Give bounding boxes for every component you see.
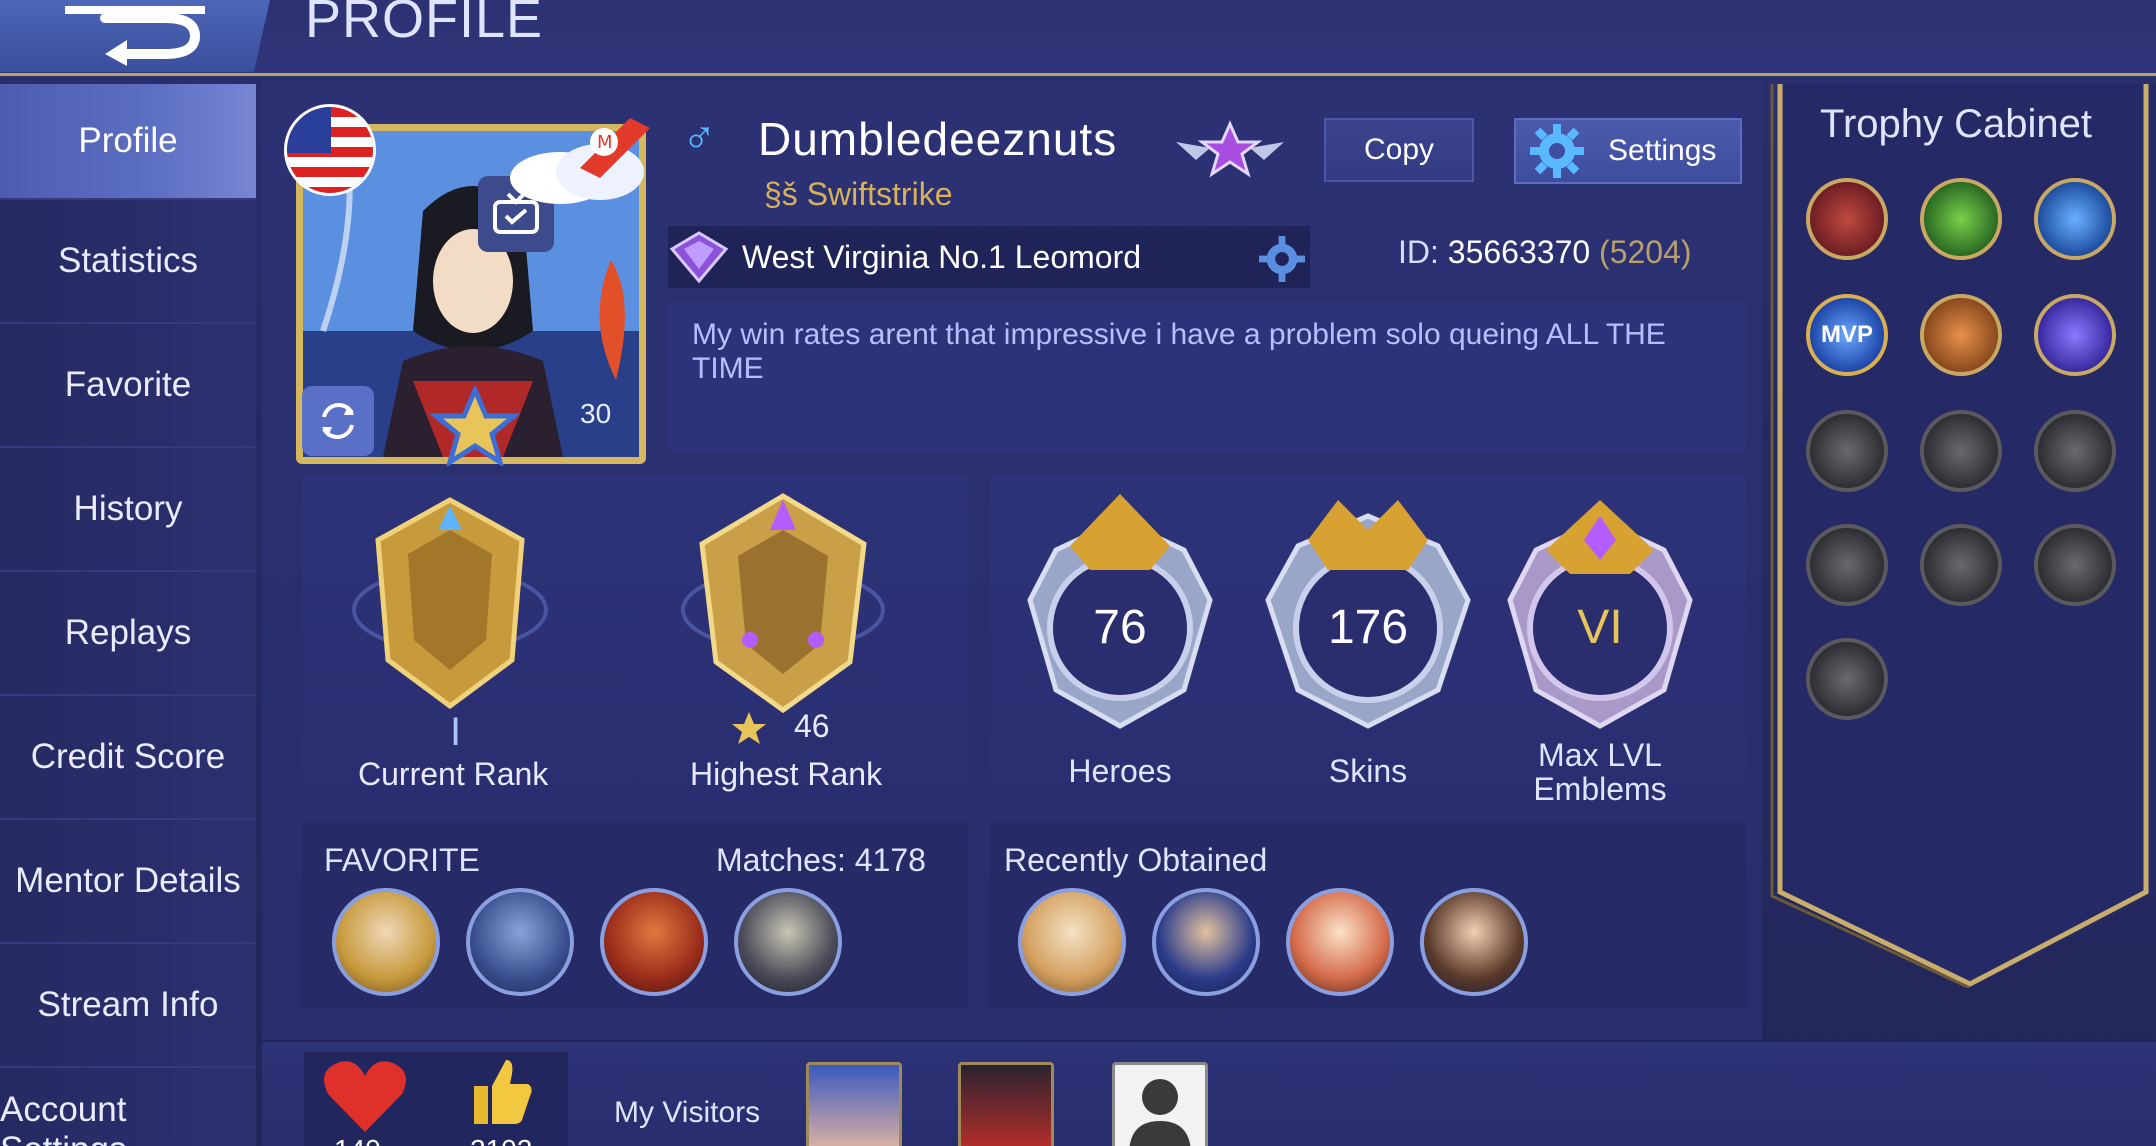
diamond-icon bbox=[669, 231, 729, 284]
svg-text:M: M bbox=[597, 132, 613, 153]
level-star-icon bbox=[430, 386, 520, 466]
emblems-label: Max LVL Emblems bbox=[1500, 738, 1700, 806]
heart-icon[interactable] bbox=[322, 1058, 408, 1134]
default-user-icon bbox=[1129, 1079, 1191, 1146]
top-bar: PROFILE bbox=[0, 0, 2156, 76]
recent-skin-4[interactable] bbox=[1420, 888, 1528, 996]
settings-button-label: Settings bbox=[1608, 134, 1717, 167]
achievement-locked-icon-1[interactable] bbox=[1806, 410, 1888, 492]
achievement-wings-icon[interactable] bbox=[1806, 178, 1888, 260]
achievement-sword-icon[interactable] bbox=[1920, 294, 2002, 376]
sidebar-item-stream-info[interactable]: Stream Info bbox=[0, 944, 256, 1068]
player-title-bar: West Virginia No.1 Leomord bbox=[668, 226, 1310, 288]
achievement-locked-eye-icon[interactable] bbox=[1920, 410, 2002, 492]
emblems-label-line2: Emblems bbox=[1533, 771, 1667, 807]
emblems-label-line1: Max LVL bbox=[1538, 737, 1662, 773]
matches-value: 4178 bbox=[854, 842, 926, 878]
male-gender-icon: ♂ bbox=[682, 111, 717, 163]
sidebar-item-replays[interactable]: Replays bbox=[0, 572, 256, 696]
sidebar-item-account-settings[interactable]: Account Settings bbox=[0, 1068, 256, 1146]
edit-title-gear-icon[interactable] bbox=[1258, 236, 1306, 282]
matches-label: Matches: bbox=[716, 842, 846, 878]
sidebar: Profile Statistics Favorite History Repl… bbox=[0, 84, 256, 1146]
favorite-panel[interactable]: FAVORITE Matches: 4178 bbox=[302, 822, 968, 1008]
highest-rank-emblem-icon[interactable] bbox=[678, 490, 888, 716]
back-button[interactable] bbox=[0, 0, 270, 72]
page-title: PROFILE bbox=[305, 0, 544, 49]
star-icon bbox=[732, 712, 766, 744]
squad-label: Swiftstrike bbox=[806, 176, 953, 212]
sidebar-item-favorite[interactable]: Favorite bbox=[0, 324, 256, 448]
squad-tag: §š bbox=[764, 176, 798, 212]
achievement-locked-trophy-icon[interactable] bbox=[1920, 524, 2002, 606]
collection-stats-panel: 76 Heroes 176 Skins VI Max LVL Emblems bbox=[990, 476, 1746, 822]
visitor-avatar-1[interactable] bbox=[806, 1062, 902, 1146]
favorite-label: FAVORITE bbox=[324, 842, 480, 878]
skins-label: Skins bbox=[1328, 753, 1408, 789]
favorite-hero-2[interactable] bbox=[466, 888, 574, 996]
sidebar-item-history[interactable]: History bbox=[0, 448, 256, 572]
skins-count: 176 bbox=[1327, 601, 1409, 654]
sidebar-item-profile[interactable]: Profile bbox=[0, 84, 256, 200]
recent-skin-3[interactable] bbox=[1286, 888, 1394, 996]
player-server: (5204) bbox=[1599, 234, 1692, 270]
username: Dumbledeeznuts bbox=[758, 113, 1118, 165]
current-rank-tier: I bbox=[450, 710, 462, 754]
favorite-hero-4[interactable] bbox=[734, 888, 842, 996]
copy-button[interactable]: Copy bbox=[1324, 118, 1474, 182]
sidebar-item-credit-score[interactable]: Credit Score bbox=[0, 696, 256, 820]
achievement-friends-icon[interactable] bbox=[1920, 178, 2002, 260]
visitor-avatar-3[interactable] bbox=[1112, 1062, 1208, 1146]
achievement-locked-banner-icon[interactable] bbox=[2034, 524, 2116, 606]
emblems-max-level: VI bbox=[1577, 601, 1623, 654]
player-level: 30 bbox=[580, 398, 612, 429]
likes-count: 140 bbox=[334, 1134, 381, 1146]
player-id-value: 35663370 bbox=[1447, 234, 1591, 270]
my-visitors-label: My Visitors bbox=[614, 1096, 761, 1129]
recently-obtained-label: Recently Obtained bbox=[1004, 842, 1268, 878]
achievement-locked-gem-icon[interactable] bbox=[1806, 524, 1888, 606]
cloud-rocket-icon: M bbox=[510, 118, 650, 204]
sidebar-item-statistics[interactable]: Statistics bbox=[0, 200, 256, 324]
player-id-label: ID: bbox=[1398, 234, 1439, 270]
recently-obtained-panel[interactable]: Recently Obtained bbox=[990, 822, 1746, 1008]
refresh-icon[interactable] bbox=[302, 386, 374, 456]
player-id: ID: 35663370 (5204) bbox=[1398, 234, 1692, 271]
heroes-count: 76 bbox=[1093, 601, 1147, 654]
squad-name[interactable]: §š Swiftstrike bbox=[764, 176, 952, 213]
current-rank-label: Current Rank bbox=[358, 756, 549, 792]
settings-button[interactable]: Settings bbox=[1514, 118, 1742, 184]
achievement-trident-icon[interactable] bbox=[2034, 178, 2116, 260]
player-bio[interactable]: My win rates arent that impressive i hav… bbox=[668, 302, 1746, 452]
thumbs-up-icon[interactable] bbox=[468, 1056, 534, 1126]
current-rank-emblem-icon[interactable] bbox=[352, 490, 548, 716]
usa-flag-icon bbox=[284, 104, 376, 196]
favorite-hero-1[interactable] bbox=[332, 888, 440, 996]
highest-rank-stars: 46 bbox=[794, 708, 830, 744]
trophy-cabinet-title: Trophy Cabinet bbox=[1820, 102, 2092, 146]
achievement-crown-icon[interactable] bbox=[2034, 294, 2116, 376]
rocket-flame-icon bbox=[599, 260, 625, 380]
recent-skin-1[interactable] bbox=[1018, 888, 1126, 996]
achievement-locked-cluster-icon[interactable] bbox=[1806, 638, 1888, 720]
back-arrow-icon bbox=[65, 6, 205, 66]
heroes-label: Heroes bbox=[1068, 753, 1172, 789]
player-title: West Virginia No.1 Leomord bbox=[742, 238, 1142, 275]
visitor-avatar-2[interactable] bbox=[958, 1062, 1054, 1146]
highest-rank-label: Highest Rank bbox=[690, 756, 883, 792]
favorite-hero-3[interactable] bbox=[600, 888, 708, 996]
sidebar-item-mentor-details[interactable]: Mentor Details bbox=[0, 820, 256, 944]
recent-skin-2[interactable] bbox=[1152, 888, 1260, 996]
rank-panel: I Current Rank 46 Highest Rank bbox=[302, 476, 968, 822]
winged-star-badge-icon bbox=[1176, 120, 1284, 178]
thumbs-count: 2102 bbox=[470, 1134, 532, 1146]
gear-icon bbox=[1530, 124, 1584, 178]
matches-count: Matches: 4178 bbox=[716, 842, 926, 879]
achievement-mvp-icon[interactable]: MVP bbox=[1806, 294, 1888, 376]
achievement-locked-shirt-icon[interactable] bbox=[2034, 410, 2116, 492]
